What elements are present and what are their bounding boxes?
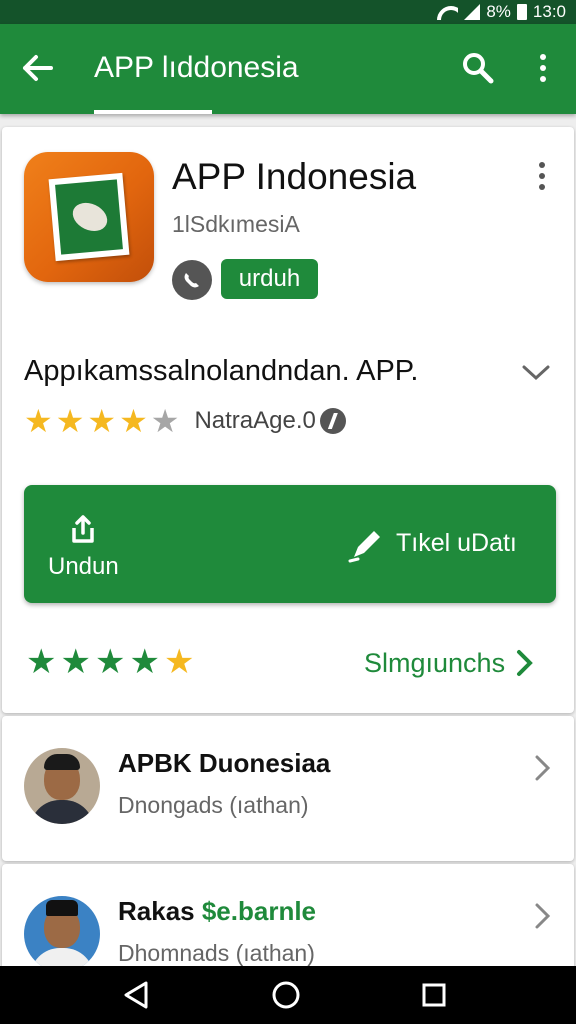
download-badge: urduh <box>221 259 318 299</box>
tab-indicator <box>94 110 212 114</box>
app-icon <box>24 152 154 282</box>
list-item-subtitle: Dhomnads (ıathan) <box>118 940 315 966</box>
verified-badge-icon <box>172 260 212 300</box>
write-review-button[interactable]: Tıkel uDatı <box>340 515 550 571</box>
action-bar: Undun Tıkel uDatı <box>24 485 556 603</box>
navigation-bar <box>0 966 576 1024</box>
status-bar: 8% 13:0 <box>0 0 576 24</box>
app-name: APP Indonesia <box>172 156 417 197</box>
card-more-icon[interactable] <box>530 159 554 193</box>
star-icon: ★ <box>150 403 180 439</box>
star-icon: ★ <box>87 403 117 439</box>
rating-row: ★ ★ ★ ★ ★ NatraAge.0 <box>24 403 346 439</box>
reviews-link-label: Slmgıunchs <box>364 647 506 678</box>
rate-stars[interactable]: ★ ★ ★ ★ ★ <box>26 643 198 681</box>
reviews-link[interactable]: Slmgıunchs <box>364 645 537 681</box>
battery-percent: 8% <box>486 2 511 21</box>
developer-name[interactable]: 1lSdkımesiA <box>172 211 300 238</box>
star-icon: ★ <box>24 403 53 439</box>
search-icon[interactable] <box>458 48 498 88</box>
list-item-title: Rakas $e.barnle <box>118 896 317 926</box>
status-indicators: 8% 13:0 <box>436 0 566 24</box>
avatar <box>24 748 100 824</box>
home-circle-icon[interactable] <box>264 975 308 1015</box>
app-description: Appıkamssalnolandndan. APP. <box>24 355 419 387</box>
list-item-title: APBK Duonesiaa <box>118 748 331 778</box>
signal-icon <box>464 4 481 20</box>
avatar <box>24 896 100 972</box>
back-triangle-icon[interactable] <box>114 975 158 1015</box>
app-bar-title: APP lıddonesia <box>94 51 299 84</box>
install-button[interactable]: Undun <box>34 501 154 591</box>
star-icon[interactable]: ★ <box>95 644 125 680</box>
list-item-subtitle: Dnongads (ıathan) <box>118 792 309 818</box>
star-icon[interactable]: ★ <box>129 644 159 680</box>
info-icon[interactable] <box>319 408 346 434</box>
battery-icon <box>516 4 527 20</box>
list-item[interactable]: APBK Duonesiaa Dnongads (ıathan) <box>2 716 574 861</box>
review-label: Tıkel uDatı <box>396 529 517 557</box>
back-arrow-icon[interactable] <box>18 50 58 86</box>
app-bar: APP lıddonesia <box>0 24 576 114</box>
chevron-right-icon <box>517 650 533 676</box>
chevron-right-icon <box>535 755 551 781</box>
wifi-icon <box>436 4 458 20</box>
share-icon <box>72 515 94 543</box>
star-icon[interactable]: ★ <box>164 644 194 680</box>
star-icon[interactable]: ★ <box>60 644 90 680</box>
clock: 13:0 <box>532 2 566 21</box>
more-vert-icon[interactable] <box>526 48 560 88</box>
pen-icon <box>348 531 380 563</box>
rating-text: NatraAge.0 <box>194 407 316 434</box>
app-details-card: APP Indonesia 1lSdkımesiA urduh Appıkams… <box>2 127 574 713</box>
install-label: Undun <box>48 553 119 580</box>
star-icon: ★ <box>119 403 148 439</box>
chevron-right-icon <box>535 903 551 929</box>
recents-square-icon[interactable] <box>412 975 456 1015</box>
chevron-down-icon[interactable] <box>518 355 554 391</box>
star-icon[interactable]: ★ <box>26 644 56 680</box>
star-icon: ★ <box>55 403 85 439</box>
